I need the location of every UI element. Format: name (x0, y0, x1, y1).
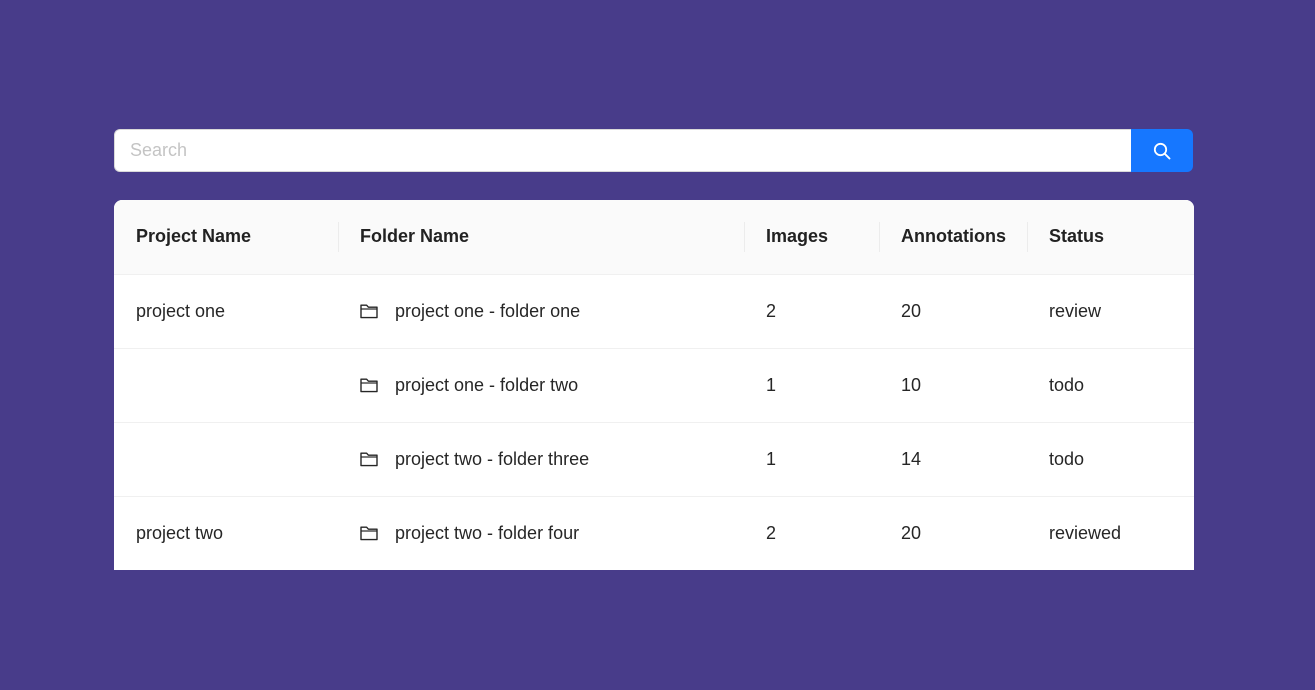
images-cell: 2 (744, 495, 879, 570)
folder-name-cell: project two - folder four (338, 495, 744, 570)
folder-name: project one - folder two (395, 374, 579, 395)
status-cell: reviewed (1027, 495, 1194, 570)
folder-name: project one - folder one (395, 300, 581, 321)
column-header-annotations[interactable]: Annotations (879, 200, 1027, 275)
folder-icon (360, 303, 378, 319)
images-cell: 1 (744, 421, 879, 496)
annotations-cell: 20 (879, 495, 1027, 570)
column-header-folder-name[interactable]: Folder Name (338, 200, 744, 275)
column-header-project-name[interactable]: Project Name (114, 200, 338, 275)
folder-icon (360, 377, 378, 393)
search-bar (114, 129, 1193, 172)
folder-name-cell: project two - folder three (338, 421, 744, 496)
folder-name-cell: project one - folder two (338, 347, 744, 422)
folder-name-cell: project one - folder one (338, 274, 744, 348)
column-header-status[interactable]: Status (1027, 200, 1194, 275)
column-header-images[interactable]: Images (744, 200, 879, 275)
project-name-cell (114, 347, 338, 422)
status-cell: review (1049, 300, 1102, 321)
projects-table: Project Name Folder Name Images Annotati… (114, 200, 1194, 570)
project-name-cell: project one (136, 300, 226, 321)
folder-name: project two - folder four (395, 522, 580, 543)
search-icon (1153, 142, 1171, 159)
table-header-row: Project Name Folder Name Images Annotati… (114, 200, 1194, 275)
search-button[interactable] (1131, 129, 1193, 172)
project-name-cell (114, 421, 338, 496)
folder-name: project two - folder three (395, 448, 590, 469)
annotations-cell: 10 (879, 347, 1027, 422)
search-input[interactable] (114, 129, 1131, 172)
images-cell: 1 (744, 347, 879, 422)
images-cell: 2 (766, 300, 777, 321)
project-name-cell: project two (114, 495, 338, 570)
annotations-cell: 20 (901, 300, 922, 321)
status-cell: todo (1027, 421, 1194, 496)
table-row[interactable]: project two project two - folder four 2 … (114, 495, 1194, 570)
table-row[interactable]: project two - folder three 1 14 todo (114, 421, 1194, 496)
status-cell: todo (1027, 347, 1194, 422)
table-row[interactable]: project one - folder two 1 10 todo (114, 347, 1194, 422)
folder-icon (360, 451, 378, 467)
table-row[interactable]: project one project one - folder one 2 2… (114, 274, 1194, 348)
folder-icon (360, 525, 378, 541)
annotations-cell: 14 (879, 421, 1027, 496)
